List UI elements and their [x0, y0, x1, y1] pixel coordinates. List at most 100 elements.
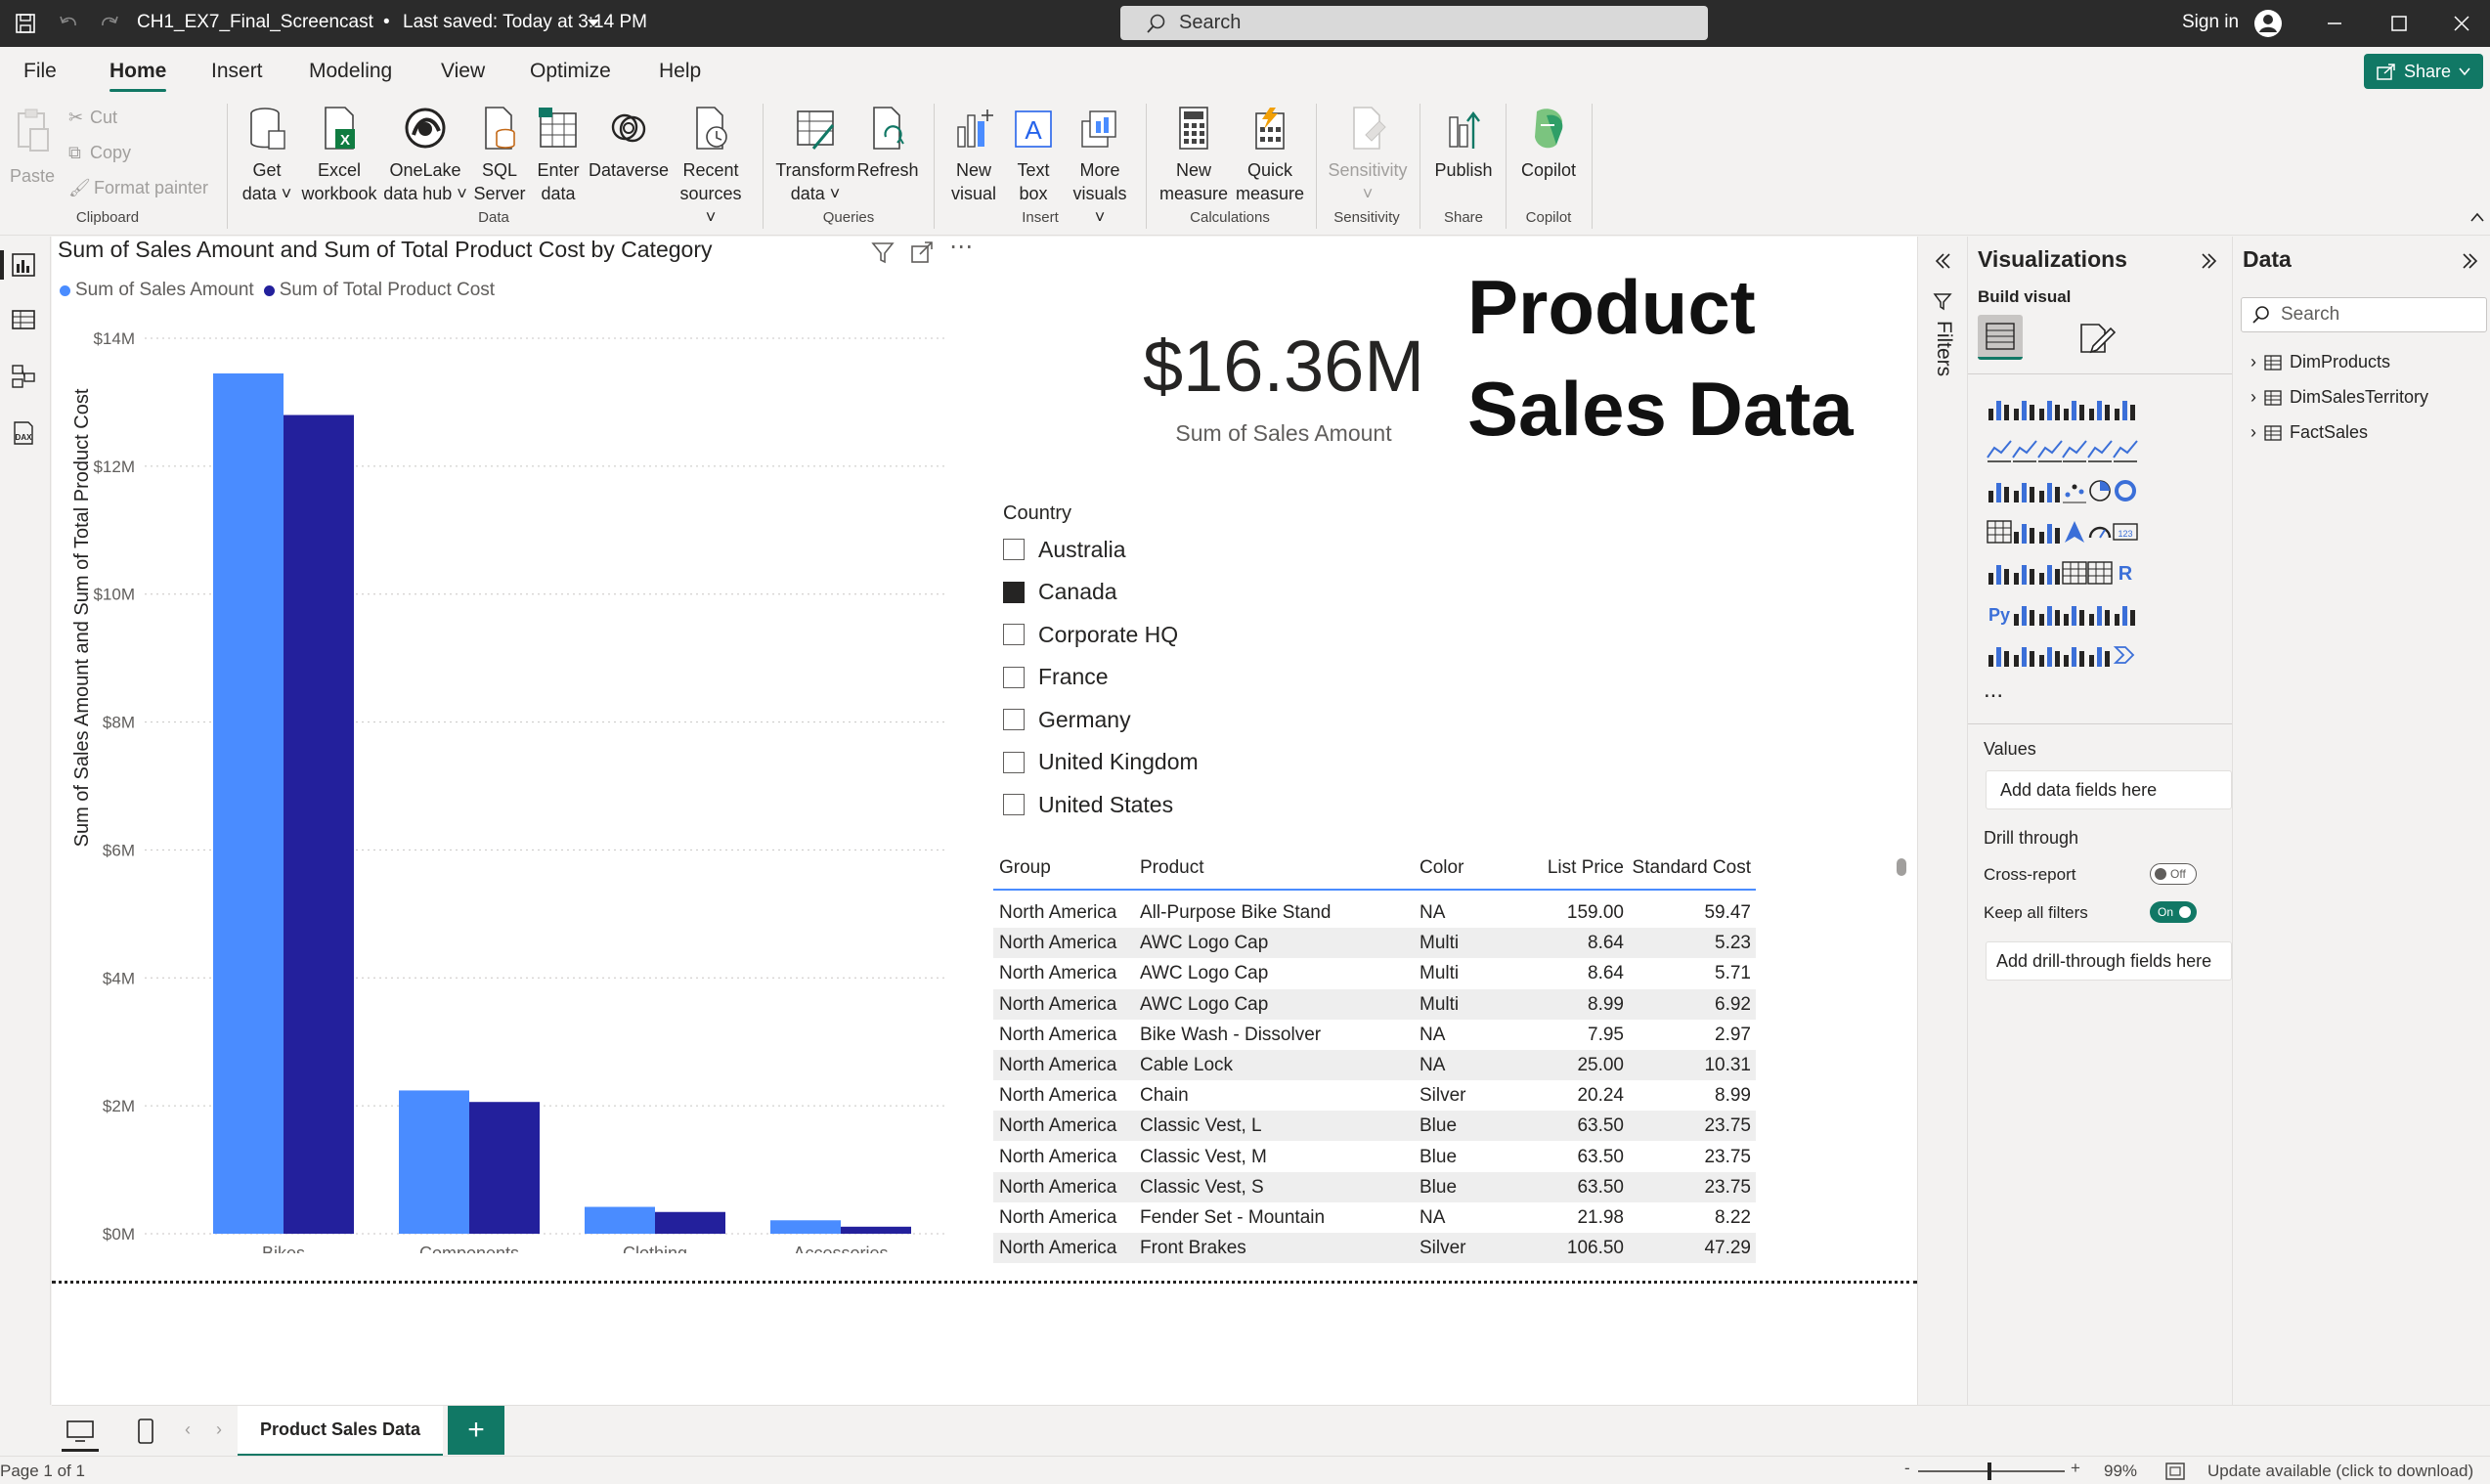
clustered-column-chart[interactable]: Sum of Sales Amount and Sum of Total Pro…	[52, 234, 984, 1283]
save-icon[interactable]	[14, 12, 37, 35]
quick-measure-button[interactable]: Quick measure	[1234, 106, 1306, 205]
more-visuals-ellipsis[interactable]: ...	[1984, 677, 2003, 704]
dax-query-view-icon[interactable]: DAX	[11, 420, 36, 446]
save-status-dropdown-icon[interactable]	[587, 18, 600, 29]
copy-button[interactable]: ⧉ Copy	[68, 141, 131, 164]
table-icon[interactable]	[2061, 559, 2088, 587]
column-header-group[interactable]: Group	[999, 857, 1051, 879]
slicer-item[interactable]: United Kingdom	[1003, 745, 1199, 780]
page-tab-product-sales-data[interactable]: Product Sales Data	[238, 1406, 443, 1457]
model-view-icon[interactable]	[11, 364, 36, 389]
sql-server-button[interactable]: SQL Server	[471, 106, 528, 205]
slicer-icon[interactable]	[2036, 559, 2064, 587]
donut-chart-icon[interactable]	[2112, 477, 2139, 504]
ribbon-chart-icon[interactable]	[1986, 477, 2013, 504]
get-data-button[interactable]: Get data ˅	[239, 106, 295, 205]
clustered-column-icon[interactable]	[2061, 395, 2088, 422]
table-row[interactable]: North America Chain Silver 20.24 8.99	[993, 1080, 1756, 1111]
slicer-checkbox[interactable]	[1003, 666, 1025, 688]
table-row[interactable]: North America All-Purpose Bike Stand NA 159…	[993, 897, 1756, 928]
global-search[interactable]: Search	[1120, 6, 1708, 40]
table-row[interactable]: North America Fender Set - Mountain NA 21.9…	[993, 1202, 1756, 1233]
scatter-icon[interactable]	[2061, 477, 2088, 504]
clustered-bar-icon[interactable]	[2036, 395, 2064, 422]
treemap-icon[interactable]	[1986, 518, 2013, 546]
share-button[interactable]: Share	[2364, 54, 2483, 89]
keep-all-filters-toggle[interactable]: On	[2150, 901, 2197, 923]
expand-filters-icon[interactable]	[1932, 250, 1953, 272]
recent-sources-button[interactable]: Recent sources ˅	[675, 106, 747, 229]
qa-icon[interactable]	[2061, 600, 2088, 628]
collapse-pane-icon[interactable]	[2460, 250, 2481, 272]
data-search-input[interactable]: Search	[2241, 297, 2487, 332]
new-visual-button[interactable]: New visual	[944, 106, 1003, 205]
line-chart-icon[interactable]	[1986, 436, 2013, 463]
table-node-dimproducts[interactable]: › DimProducts	[2250, 352, 2390, 372]
product-table[interactable]: Group Product Color List Price Standard …	[993, 848, 1775, 1288]
avatar-icon[interactable]	[2252, 8, 2284, 39]
menu-file[interactable]: File	[23, 60, 57, 83]
mobile-layout-icon[interactable]	[136, 1418, 155, 1445]
slicer-item[interactable]: Germany	[1003, 702, 1131, 737]
slicer-checkbox[interactable]	[1003, 794, 1025, 815]
arcgis-icon[interactable]	[2061, 641, 2088, 669]
zoom-in-icon[interactable]: +	[2071, 1459, 2080, 1478]
zoom-slider-track[interactable]	[1918, 1470, 2065, 1472]
publish-button[interactable]: Publish	[1429, 106, 1498, 182]
zoom-out-icon[interactable]: -	[1904, 1459, 1910, 1478]
gauge-icon[interactable]	[2086, 518, 2114, 546]
table-row[interactable]: North America Classic Vest, L Blue 63.50 23.…	[993, 1111, 1756, 1142]
kpi-card[interactable]: $16.36M Sum of Sales Amount	[1029, 305, 1538, 491]
focus-mode-icon[interactable]	[910, 240, 934, 264]
sign-in-link[interactable]: Sign in	[2182, 12, 2239, 33]
menu-view[interactable]: View	[441, 60, 485, 83]
table-row[interactable]: North America AWC Logo Cap Multi 8.64 5.23	[993, 928, 1756, 959]
map-icon[interactable]	[2011, 518, 2038, 546]
column-header-standard-cost[interactable]: Standard Cost	[1629, 857, 1751, 879]
maximize-icon[interactable]	[2389, 14, 2409, 33]
text-box-button[interactable]: A Text box	[1005, 106, 1062, 205]
dataverse-button[interactable]: Dataverse	[587, 106, 671, 182]
next-page-icon[interactable]: ›	[216, 1419, 222, 1440]
report-title-textbox[interactable]: Product Sales Data	[1467, 256, 1917, 459]
stacked-bar-icon[interactable]	[1986, 395, 2013, 422]
menu-optimize[interactable]: Optimize	[530, 60, 611, 83]
table-row[interactable]: North America Classic Vest, M Blue 63.50 23.…	[993, 1142, 1756, 1172]
scrollbar-thumb[interactable]	[1897, 858, 1906, 876]
format-visual-icon[interactable]	[2077, 321, 2117, 356]
table-row[interactable]: North America AWC Logo Cap Multi 8.99 6.92	[993, 988, 1756, 1020]
menu-insert[interactable]: Insert	[211, 60, 263, 83]
slicer-item[interactable]: Australia	[1003, 532, 1125, 567]
sensitivity-button[interactable]: Sensitivity ˅	[1324, 106, 1412, 205]
add-page-button[interactable]: +	[448, 1406, 504, 1455]
fabric-icon[interactable]	[2086, 641, 2114, 669]
collapse-ribbon-icon[interactable]	[2469, 211, 2485, 223]
refresh-button[interactable]: Refresh	[856, 106, 919, 182]
column-header-product[interactable]: Product	[1140, 857, 1203, 879]
metrics-icon[interactable]	[2112, 600, 2139, 628]
transform-data-button[interactable]: Transform data ˅	[774, 106, 856, 205]
update-available-link[interactable]: Update available (click to download)	[2207, 1462, 2473, 1481]
paginated-report-icon[interactable]	[1986, 641, 2013, 669]
100-stacked-area-icon[interactable]	[2061, 436, 2088, 463]
kpi-icon[interactable]	[2011, 559, 2038, 587]
collapse-pane-icon[interactable]	[2199, 250, 2220, 272]
report-view-icon[interactable]	[11, 252, 36, 278]
values-well[interactable]: Add data fields here	[1986, 770, 2232, 809]
minimize-icon[interactable]	[2325, 14, 2344, 33]
paste-button[interactable]: Paste	[8, 108, 57, 188]
undo-icon[interactable]	[57, 12, 80, 35]
funnel-icon[interactable]	[2036, 477, 2064, 504]
pie-chart-icon[interactable]	[2086, 477, 2114, 504]
menu-home[interactable]: Home	[109, 60, 167, 92]
slicer-item[interactable]: United States	[1003, 787, 1173, 822]
onelake-data-hub-button[interactable]: OneLake data hub ˅	[381, 106, 469, 205]
zoom-slider-thumb[interactable]	[1988, 1462, 1991, 1480]
desktop-layout-icon[interactable]	[66, 1419, 95, 1443]
power-apps-icon[interactable]	[2011, 641, 2038, 669]
close-icon[interactable]	[2452, 14, 2471, 33]
table-row[interactable]: North America Bike Wash - Dissolver NA 7.95…	[993, 1020, 1756, 1050]
filter-icon[interactable]	[871, 240, 895, 264]
slicer-checkbox[interactable]	[1003, 751, 1025, 773]
python-visual-icon[interactable]: Py	[1986, 600, 2013, 628]
